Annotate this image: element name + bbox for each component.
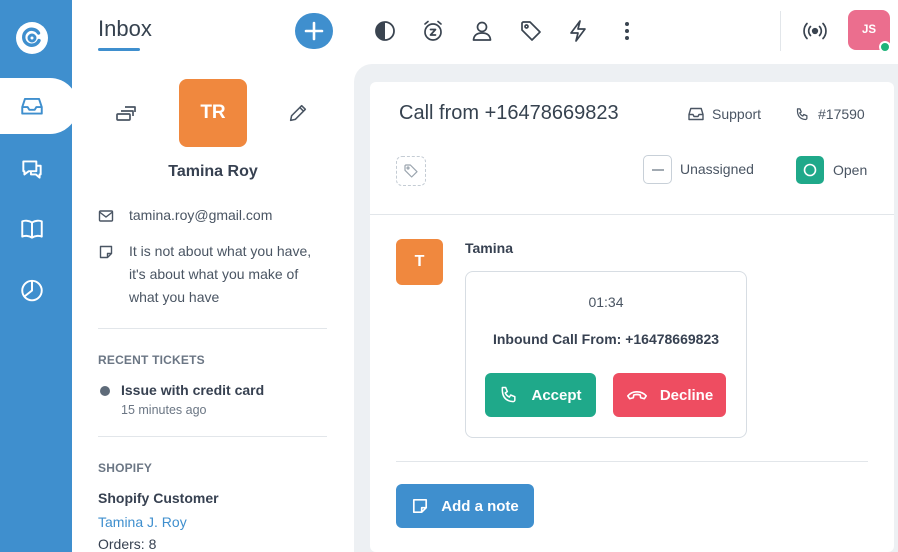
- mail-icon: [98, 210, 114, 222]
- decline-call-button[interactable]: Decline: [613, 373, 726, 417]
- decline-label: Decline: [659, 386, 714, 404]
- add-note-button[interactable]: Add a note: [396, 484, 534, 528]
- merge-icon: [116, 106, 136, 121]
- divider: [370, 214, 894, 215]
- sender-name: Tamina: [465, 240, 513, 256]
- title-underline: [98, 48, 140, 51]
- conversation-card: Call from +16478669823 Support #17590 Un…: [370, 82, 894, 552]
- reports-icon[interactable]: [16, 274, 48, 306]
- logo-icon[interactable]: [14, 20, 50, 56]
- shopify-customer-link[interactable]: Tamina J. Roy: [98, 514, 187, 530]
- user-icon[interactable]: [466, 15, 498, 47]
- assignee-label[interactable]: Unassigned: [680, 161, 754, 177]
- ticket-time: 15 minutes ago: [121, 403, 207, 417]
- accept-label: Accept: [531, 386, 582, 404]
- pencil-icon: [289, 104, 307, 122]
- more-vertical-icon[interactable]: [611, 15, 643, 47]
- inbox-icon[interactable]: [16, 90, 48, 122]
- contact-email-row[interactable]: tamina.roy@gmail.com: [98, 204, 328, 227]
- conversation-title: Call from +16478669823: [399, 102, 619, 124]
- status-button[interactable]: [796, 156, 824, 184]
- new-conversation-button[interactable]: [295, 13, 333, 49]
- accept-call-button[interactable]: Accept: [485, 373, 596, 417]
- sender-avatar: T: [396, 239, 443, 285]
- shopify-customer-label: Shopify Customer: [98, 490, 219, 506]
- shopify-label: SHOPIFY: [98, 461, 153, 475]
- minus-icon: [651, 168, 664, 171]
- divider: [98, 328, 327, 329]
- contact-email: tamina.roy@gmail.com: [129, 207, 273, 223]
- inbound-call-text: Inbound Call From: +16478669823: [492, 331, 720, 347]
- contrast-icon[interactable]: [369, 15, 401, 47]
- divider: [98, 436, 327, 437]
- edit-contact-button[interactable]: [282, 97, 314, 129]
- add-note-label: Add a note: [441, 497, 519, 515]
- contact-name: Tamina Roy: [168, 163, 258, 180]
- shopify-orders: Orders: 8: [98, 536, 157, 552]
- tag-icon[interactable]: [515, 15, 547, 47]
- status-label[interactable]: Open: [833, 162, 867, 178]
- ticket-status-dot: [100, 386, 110, 396]
- inbox-small-icon: [688, 107, 704, 121]
- broadcast-icon[interactable]: [799, 15, 831, 47]
- phone-icon: [796, 107, 808, 120]
- contact-panel: Inbox TR Tamina Roy tamina.roy@gmail.com…: [72, 0, 354, 552]
- book-icon[interactable]: [16, 213, 48, 245]
- hang-up-icon: [626, 390, 647, 400]
- note-icon: [99, 245, 113, 259]
- toolbar-divider: [780, 11, 781, 51]
- circle-icon: [803, 163, 817, 177]
- lightning-icon[interactable]: [562, 15, 594, 47]
- ticket-id: #17590: [818, 106, 865, 122]
- phone-icon: [502, 386, 517, 403]
- note-icon: [413, 498, 428, 514]
- snooze-icon[interactable]: [417, 15, 449, 47]
- contact-note: It is not about what you have, it's abou…: [129, 243, 312, 305]
- ticket-id-label: #17590: [795, 106, 865, 122]
- call-timer: 01:34: [588, 294, 624, 310]
- ticket-title[interactable]: Issue with credit card: [121, 382, 264, 398]
- assignee-button[interactable]: [643, 155, 672, 184]
- add-tag-button[interactable]: [396, 156, 426, 186]
- call-card: 01:34 Inbound Call From: +16478669823 Ac…: [465, 271, 747, 438]
- avatar: TR: [179, 79, 247, 147]
- recent-tickets-label: RECENT TICKETS: [98, 353, 205, 367]
- page-title: Inbox: [98, 16, 152, 41]
- merge-contact-button[interactable]: [110, 97, 142, 129]
- channel-label: Support: [688, 106, 761, 122]
- tag-icon: [404, 164, 418, 178]
- online-status-dot: [879, 41, 891, 53]
- contact-note-row: It is not about what you have, it's abou…: [98, 240, 328, 309]
- divider: [396, 461, 868, 462]
- channel-name: Support: [712, 106, 762, 122]
- plus-icon: [304, 21, 324, 41]
- chat-icon[interactable]: [16, 153, 48, 185]
- left-rail: [0, 0, 78, 552]
